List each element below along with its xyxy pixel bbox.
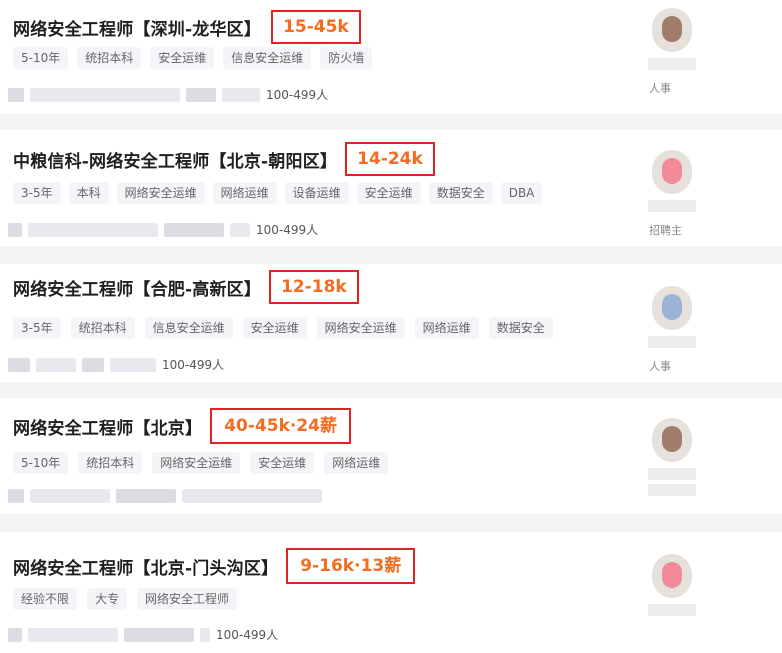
recruiter-role-redacted [648,484,696,496]
salary-label: 40-45k·24薪 [210,408,351,444]
company-logo [8,222,22,237]
tag: 统招本科 [78,452,143,474]
recruiter-name-redacted [648,336,696,348]
tag: 统招本科 [77,47,142,69]
company-size: 100-499人 [266,88,329,102]
job-title[interactable]: 网络安全工程师【合肥-高新区】 [13,275,261,300]
tag: 3-5年 [13,317,61,339]
tag: 3-5年 [13,182,61,204]
avatar [652,8,692,52]
company-info: 100-499人 [8,626,278,643]
tag-list: 3-5年 本科 网络安全运维 网络运维 设备运维 安全运维 数据安全 DBA [13,182,543,204]
company-meta-redacted [182,489,322,503]
salary-label: 14-24k [345,142,435,176]
job-card[interactable]: 中粮信科-网络安全工程师【北京-朝阳区】 14-24k 3-5年 本科 网络安全… [0,130,782,246]
company-meta-redacted [186,87,216,102]
company-info: 100-499人 [8,356,224,373]
tag: 网络安全运维 [116,182,205,204]
recruiter[interactable]: 招聘主 [648,150,698,246]
salary-label: 12-18k [269,270,359,304]
company-meta-redacted [164,222,224,237]
avatar [652,418,692,462]
recruiter-name-redacted [648,604,696,616]
company-meta-redacted [200,627,210,642]
avatar [652,150,692,194]
tag: 经验不限 [13,588,78,610]
company-logo [8,357,30,372]
tag: 网络运维 [414,317,479,339]
job-card[interactable]: 网络安全工程师【深圳-龙华区】 15-45k 5-10年 统招本科 安全运维 信… [0,0,782,114]
tag: 网络安全工程师 [137,588,238,610]
tag: 设备运维 [284,182,349,204]
recruiter-role: 人事 [649,360,671,373]
recruiter-name-redacted [648,200,696,212]
recruiter-role: 人事 [649,82,671,95]
tag-list: 3-5年 统招本科 信息安全运维 安全运维 网络安全运维 网络运维 数据安全 [13,317,553,339]
tag: 本科 [68,182,109,204]
recruiter-name-redacted [648,468,696,480]
tag: 网络安全运维 [316,317,405,339]
tag: 数据安全 [488,317,553,339]
tag-list: 5-10年 统招本科 安全运维 信息安全运维 防火墙 [13,47,373,69]
company-name-redacted [36,357,76,372]
recruiter[interactable] [648,418,698,514]
company-meta-redacted [82,357,104,372]
tag-list: 5-10年 统招本科 网络安全运维 安全运维 网络运维 [13,452,389,474]
tag: 网络运维 [324,452,389,474]
tag: 网络安全运维 [152,452,241,474]
tag-list: 经验不限 大专 网络安全工程师 [13,588,238,610]
company-logo [8,627,22,642]
company-info: 100-499人 [8,221,318,238]
company-name-redacted [30,489,110,503]
tag: 5-10年 [13,47,69,69]
recruiter[interactable] [648,554,698,650]
company-logo [8,87,24,102]
tag: 信息安全运维 [223,47,312,69]
company-meta-redacted [116,489,176,503]
company-name-redacted [28,222,158,237]
tag: 5-10年 [13,452,69,474]
company-info: 100-499人 [8,86,328,103]
salary-label: 9-16k·13薪 [286,548,416,584]
avatar [652,286,692,330]
company-info [8,489,328,503]
recruiter[interactable]: 人事 [648,8,698,104]
company-name-redacted [28,627,118,642]
job-title[interactable]: 网络安全工程师【北京-门头沟区】 [13,554,278,579]
tag: 信息安全运维 [144,317,233,339]
job-title[interactable]: 中粮信科-网络安全工程师【北京-朝阳区】 [13,147,337,172]
tag: 网络运维 [212,182,277,204]
tag: 大专 [87,588,128,610]
job-card[interactable]: 网络安全工程师【合肥-高新区】 12-18k 3-5年 统招本科 信息安全运维 … [0,264,782,382]
company-logo [8,489,24,503]
tag: 数据安全 [428,182,493,204]
company-meta-redacted [110,357,156,372]
tag: 防火墙 [320,47,373,69]
recruiter-role: 招聘主 [649,224,682,237]
company-size: 100-499人 [162,358,225,372]
company-meta-redacted [222,87,260,102]
job-title[interactable]: 网络安全工程师【深圳-龙华区】 [13,15,261,40]
avatar [652,554,692,598]
job-title[interactable]: 网络安全工程师【北京】 [13,414,202,439]
salary-label: 15-45k [271,10,361,44]
job-card[interactable]: 网络安全工程师【北京-门头沟区】 9-16k·13薪 经验不限 大专 网络安全工… [0,532,782,653]
tag: 安全运维 [150,47,215,69]
company-meta-redacted [124,627,194,642]
tag: 安全运维 [250,452,315,474]
company-meta-redacted [230,222,250,237]
recruiter[interactable]: 人事 [648,286,698,382]
job-card[interactable]: 网络安全工程师【北京】 40-45k·24薪 5-10年 统招本科 网络安全运维… [0,398,782,514]
tag: 安全运维 [356,182,421,204]
company-size: 100-499人 [256,223,319,237]
company-name-redacted [30,87,180,102]
recruiter-name-redacted [648,58,696,70]
tag: DBA [500,182,543,204]
company-size: 100-499人 [216,628,279,642]
tag: 统招本科 [70,317,135,339]
tag: 安全运维 [242,317,307,339]
